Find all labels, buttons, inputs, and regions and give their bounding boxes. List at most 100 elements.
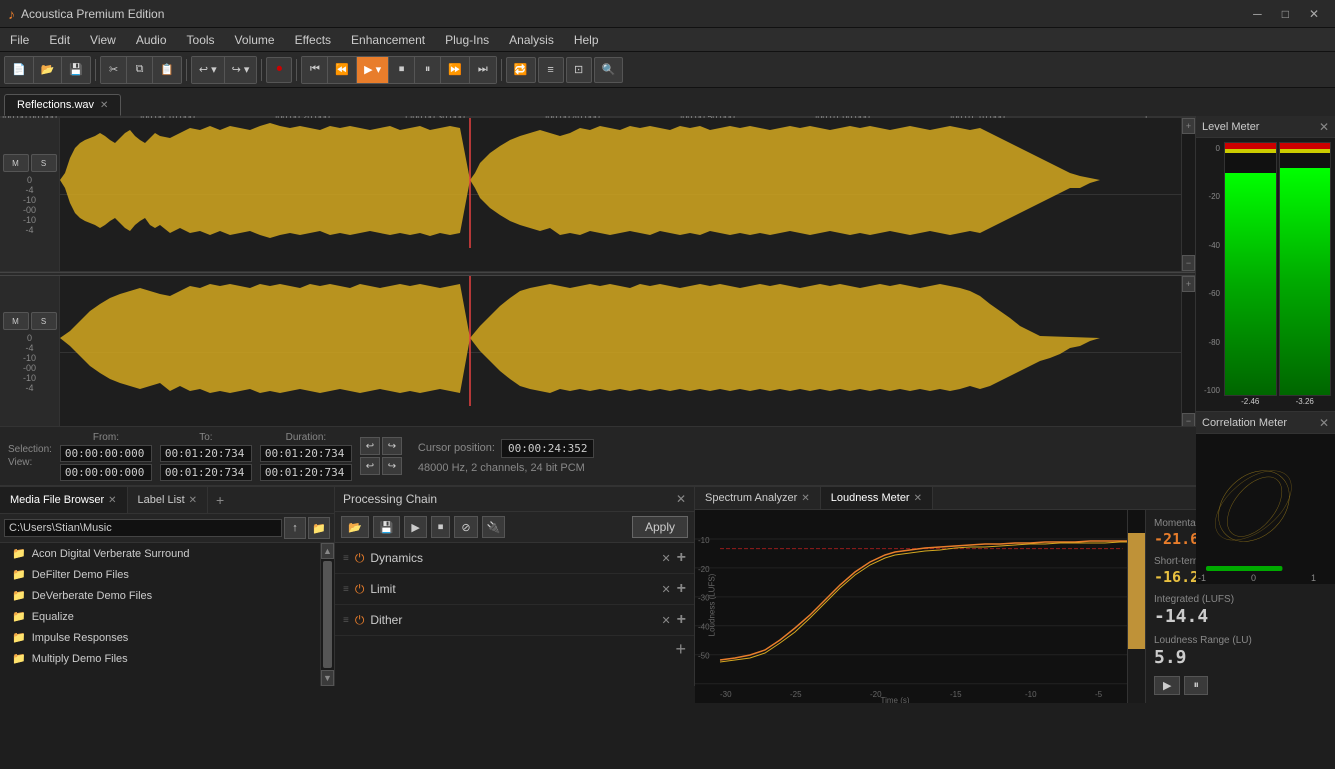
zoom-in-button[interactable]: + — [1182, 118, 1195, 134]
loudness-play-button[interactable]: ▶ — [1154, 676, 1180, 695]
list-scroll-thumb[interactable] — [323, 561, 332, 668]
add-panel-tab-button[interactable]: + — [208, 487, 232, 513]
level-meter-close[interactable]: ✕ — [1319, 120, 1329, 134]
track2-solo[interactable]: S — [31, 312, 57, 330]
chain-close-icon[interactable]: ✕ — [676, 492, 686, 506]
menu-audio[interactable]: Audio — [126, 31, 177, 49]
tab-close-icon[interactable]: ✕ — [100, 100, 108, 111]
path-up-button[interactable]: ↑ — [284, 517, 306, 539]
chain-add-after-1[interactable]: + — [677, 549, 686, 567]
chain-play-button[interactable]: ▶ — [404, 516, 426, 538]
close-button[interactable]: ✕ — [1301, 5, 1327, 23]
media-browser-tab[interactable]: Media File Browser ✕ — [0, 487, 128, 513]
track-1-waveform[interactable] — [60, 118, 1181, 271]
list-scroll-down[interactable]: ▼ — [321, 670, 334, 686]
to-end-button[interactable]: ⏭ — [470, 57, 496, 83]
view-duration-input[interactable] — [260, 464, 352, 481]
to-start-button[interactable]: ⏮ — [302, 57, 328, 83]
folder-item-5[interactable]: 📁 Impulse Responses — [0, 627, 320, 648]
track2-mute[interactable]: M — [3, 312, 29, 330]
view-undo-button[interactable]: ↩ — [360, 457, 380, 475]
save-button[interactable]: 💾 — [62, 57, 90, 83]
chain-item-limit[interactable]: ≡ ⏻ Limit ✕ + — [335, 574, 694, 605]
sel-redo-button[interactable]: ↪ — [382, 437, 402, 455]
play-button[interactable]: ▶ ▾ — [357, 57, 389, 83]
spectrum-tab[interactable]: Spectrum Analyzer ✕ — [695, 487, 821, 509]
paste-button[interactable]: 📋 — [153, 57, 181, 83]
chain-open-button[interactable]: 📂 — [341, 516, 369, 538]
view-to-input[interactable] — [160, 464, 252, 481]
open-button[interactable]: 📂 — [34, 57, 63, 83]
folder-item-2[interactable]: 📁 DeFilter Demo Files — [0, 564, 320, 585]
path-input[interactable] — [4, 519, 282, 537]
menu-tools[interactable]: Tools — [177, 31, 225, 49]
chain-stop-button[interactable]: ⏹ — [431, 516, 451, 538]
stop-button[interactable]: ⏹ — [389, 57, 415, 83]
drag-handle-3[interactable]: ≡ — [343, 615, 349, 626]
path-browse-button[interactable]: 📁 — [308, 517, 330, 539]
chain-item-dither[interactable]: ≡ ⏻ Dither ✕ + — [335, 605, 694, 636]
select-tool-button[interactable]: ⊡ — [566, 57, 592, 83]
menu-plugins[interactable]: Plug-Ins — [435, 31, 499, 49]
folder-item-3[interactable]: 📁 DeVerberate Demo Files — [0, 585, 320, 606]
drag-handle-1[interactable]: ≡ — [343, 553, 349, 564]
chain-add-after-3[interactable]: + — [677, 611, 686, 629]
menu-effects[interactable]: Effects — [285, 31, 341, 49]
selection-duration-input[interactable] — [260, 445, 352, 462]
zoom-tool-button[interactable]: 🔍 — [594, 57, 624, 83]
folder-item-6[interactable]: 📁 Multiply Demo Files — [0, 648, 320, 669]
loudness-close-icon[interactable]: ✕ — [914, 493, 922, 504]
new-button[interactable]: 📄 — [5, 57, 34, 83]
chain-add-new-button[interactable]: + — [675, 640, 686, 658]
chain-bypass-button[interactable]: ⊘ — [454, 516, 477, 538]
power-btn-2[interactable]: ⏻ — [355, 582, 365, 597]
zoom-in2-button[interactable]: + — [1182, 276, 1195, 292]
menu-help[interactable]: Help — [564, 31, 609, 49]
cut-button[interactable]: ✂ — [101, 57, 127, 83]
track1-solo[interactable]: S — [31, 154, 57, 172]
pause-button[interactable]: ⏸ — [415, 57, 441, 83]
maximize-button[interactable]: □ — [1274, 5, 1297, 23]
record-button[interactable]: ⏺ — [266, 57, 292, 83]
chain-item-dynamics[interactable]: ≡ ⏻ Dynamics ✕ + — [335, 543, 694, 574]
selection-from-input[interactable] — [60, 445, 152, 462]
correlation-close[interactable]: ✕ — [1319, 416, 1329, 430]
menu-edit[interactable]: Edit — [39, 31, 80, 49]
loudness-tab[interactable]: Loudness Meter ✕ — [821, 487, 933, 509]
audio-tab[interactable]: Reflections.wav ✕ — [4, 94, 121, 116]
view-from-input[interactable] — [60, 464, 152, 481]
mix-button[interactable]: ≡ — [538, 57, 564, 83]
zoom-out-button[interactable]: − — [1182, 255, 1195, 271]
undo-button[interactable]: ↩ ▾ — [192, 57, 225, 83]
zoom-out2-button[interactable]: − — [1182, 413, 1195, 426]
menu-enhancement[interactable]: Enhancement — [341, 31, 435, 49]
folder-item-1[interactable]: 📁 Acon Digital Verberate Surround — [0, 543, 320, 564]
fast-forward-button[interactable]: ⏩ — [441, 57, 470, 83]
track1-mute[interactable]: M — [3, 154, 29, 172]
redo-button[interactable]: ↪ ▾ — [225, 57, 257, 83]
menu-analysis[interactable]: Analysis — [499, 31, 564, 49]
menu-file[interactable]: File — [0, 31, 39, 49]
rewind-button[interactable]: ⏪ — [328, 57, 357, 83]
sel-undo-button[interactable]: ↩ — [360, 437, 380, 455]
track-2-waveform[interactable] — [60, 276, 1181, 426]
list-scroll-up[interactable]: ▲ — [321, 543, 334, 559]
loop-button[interactable]: 🔁 — [506, 57, 536, 83]
drag-handle-2[interactable]: ≡ — [343, 584, 349, 595]
menu-view[interactable]: View — [80, 31, 126, 49]
power-btn-3[interactable]: ⏻ — [355, 613, 365, 628]
chain-device-select[interactable]: 🔌 — [482, 516, 506, 538]
power-btn-1[interactable]: ⏻ — [355, 551, 365, 566]
apply-button[interactable]: Apply — [632, 516, 688, 538]
label-list-close-icon[interactable]: ✕ — [189, 495, 197, 506]
spectrum-close-icon[interactable]: ✕ — [801, 493, 809, 504]
loudness-pause-button[interactable]: ⏸ — [1184, 676, 1208, 695]
chain-remove-3[interactable]: ✕ — [661, 614, 670, 627]
chain-remove-1[interactable]: ✕ — [661, 552, 670, 565]
chain-remove-2[interactable]: ✕ — [661, 583, 670, 596]
minimize-button[interactable]: ─ — [1245, 5, 1270, 23]
view-redo-button[interactable]: ↪ — [382, 457, 402, 475]
menu-volume[interactable]: Volume — [225, 31, 285, 49]
media-browser-close-icon[interactable]: ✕ — [108, 495, 116, 506]
copy-button[interactable]: ⧉ — [127, 57, 153, 83]
